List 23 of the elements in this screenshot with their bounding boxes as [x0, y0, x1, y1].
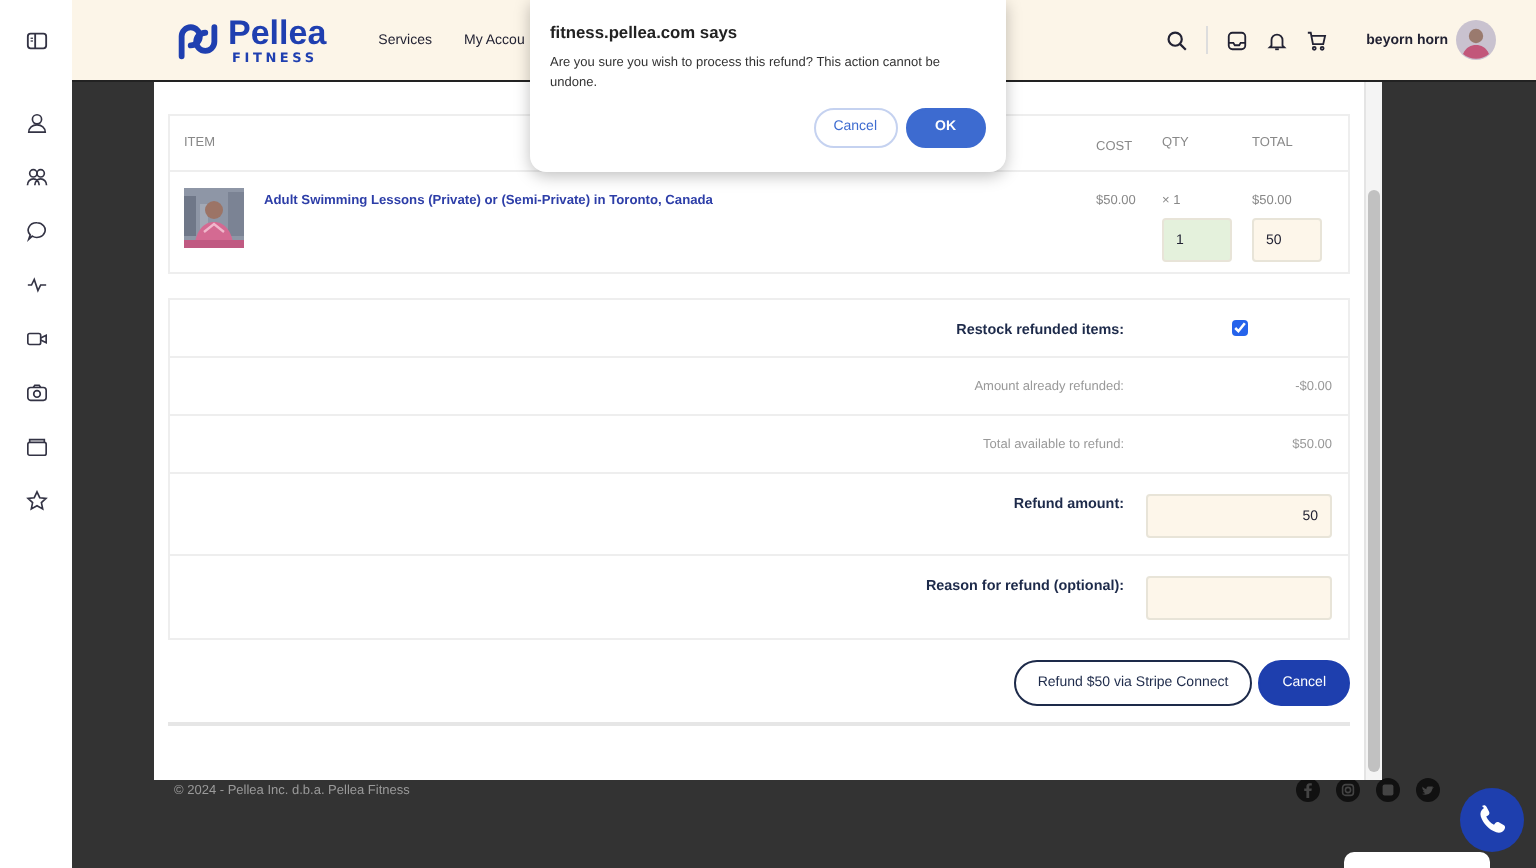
search-icon[interactable] — [1166, 29, 1189, 51]
logo-name: Pellea — [228, 15, 327, 50]
restock-checkbox[interactable] — [1231, 320, 1247, 336]
person-icon[interactable] — [25, 112, 47, 134]
activity-icon[interactable] — [25, 274, 47, 296]
camera-icon[interactable] — [25, 382, 47, 404]
folder-icon[interactable] — [25, 436, 47, 458]
logo-icon — [176, 20, 220, 60]
avatar[interactable] — [1456, 20, 1496, 60]
bell-icon[interactable] — [1266, 29, 1289, 51]
cart-icon[interactable] — [1306, 29, 1329, 51]
linkedin-icon[interactable] — [1376, 778, 1400, 802]
video-icon[interactable] — [25, 328, 47, 350]
instagram-icon[interactable] — [1336, 778, 1360, 802]
facebook-icon[interactable] — [1296, 778, 1320, 802]
chat-icon[interactable] — [25, 220, 47, 242]
inbox-icon[interactable] — [1226, 29, 1249, 51]
sidebar-toggle-icon[interactable] — [25, 30, 47, 52]
reason-field[interactable] — [1146, 576, 1332, 620]
people-icon[interactable] — [25, 166, 47, 188]
phone-button[interactable] — [1460, 788, 1524, 852]
star-icon[interactable] — [25, 490, 47, 512]
alert-title: fitness.pellea.com says — [550, 22, 740, 42]
